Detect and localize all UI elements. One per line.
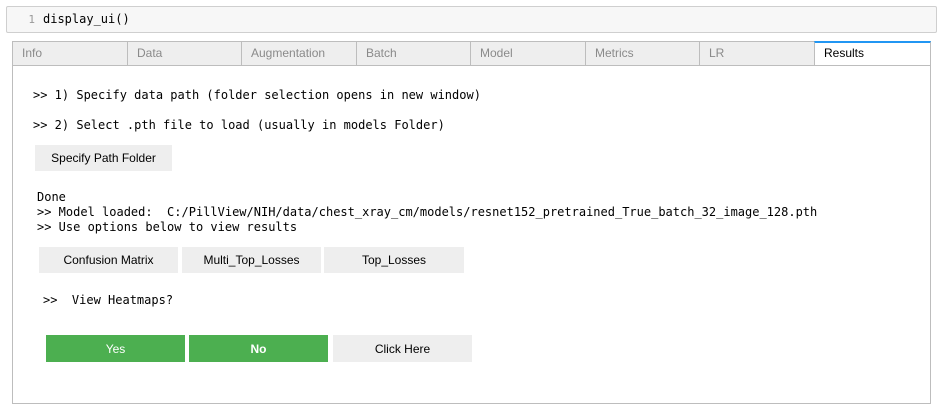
specify-path-folder-button[interactable]: Specify Path Folder: [35, 145, 172, 171]
tab-model[interactable]: Model: [470, 41, 586, 66]
no-button[interactable]: No: [189, 335, 328, 362]
output-line-model-loaded: >> Model loaded: C:/PillView/NIH/data/ch…: [37, 205, 818, 219]
tab-augmentation[interactable]: Augmentation: [241, 41, 357, 66]
top-losses-button[interactable]: Top_Losses: [324, 247, 464, 273]
multi-top-losses-button[interactable]: Multi_Top_Losses: [182, 247, 321, 273]
tab-bar: Info Data Augmentation Batch Model Metri…: [12, 41, 931, 67]
results-panel: >> 1) Specify data path (folder selectio…: [12, 65, 931, 404]
tab-metrics[interactable]: Metrics: [585, 41, 700, 66]
click-here-button[interactable]: Click Here: [333, 335, 472, 362]
output-line-done: Done: [37, 190, 66, 204]
tab-lr[interactable]: LR: [699, 41, 815, 66]
step1-text: >> 1) Specify data path (folder selectio…: [33, 88, 481, 102]
heatmap-prompt: >> View Heatmaps?: [43, 293, 174, 307]
code-input[interactable]: display_ui(): [43, 7, 130, 32]
code-cell[interactable]: 1 display_ui(): [6, 6, 937, 33]
step2-text: >> 2) Select .pth file to load (usually …: [33, 118, 445, 132]
tab-results[interactable]: Results: [814, 41, 931, 67]
output-line-options: >> Use options below to view results: [37, 220, 298, 234]
line-number: 1: [28, 13, 35, 26]
confusion-matrix-button[interactable]: Confusion Matrix: [39, 247, 178, 273]
yes-button[interactable]: Yes: [46, 335, 185, 362]
tab-data[interactable]: Data: [127, 41, 242, 66]
tab-batch[interactable]: Batch: [356, 41, 471, 66]
tab-info[interactable]: Info: [12, 41, 128, 66]
